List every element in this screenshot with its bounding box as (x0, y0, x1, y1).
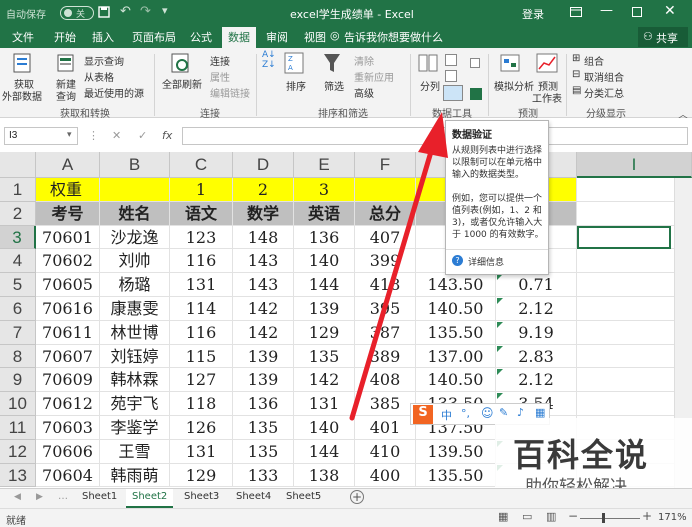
sogou-logo-icon[interactable]: S (413, 405, 433, 424)
zoom-level[interactable]: 171% (658, 512, 687, 523)
zoom-out-icon[interactable]: − (568, 509, 578, 523)
watermark-title: 百科全说 (513, 436, 650, 474)
add-sheet-icon[interactable]: + (350, 490, 364, 504)
punctuation-icon[interactable]: °, (461, 407, 470, 420)
page-layout-icon[interactable]: ▭ (522, 510, 532, 523)
zoom-in-icon[interactable]: + (642, 509, 652, 523)
zoom-slider-thumb[interactable] (602, 513, 605, 523)
scroll-left-icon[interactable]: ◀ (14, 492, 21, 502)
sheet-tab-4[interactable]: Sheet4 (236, 491, 271, 502)
zoom-slider[interactable] (580, 518, 640, 519)
ime-chinese-icon[interactable]: 中 (441, 407, 452, 423)
normal-view-icon[interactable]: ▦ (498, 510, 508, 523)
scroll-right-icon[interactable]: ▶ (36, 492, 43, 502)
sheet-tab-5[interactable]: Sheet5 (286, 491, 321, 502)
sheet-tab-1[interactable]: Sheet1 (82, 491, 117, 502)
status-bar: 就绪 ▦ ▭ ▥ − + 171% (0, 508, 692, 527)
more-sheets-icon[interactable]: … (58, 491, 68, 502)
page-break-icon[interactable]: ▥ (546, 510, 556, 523)
sheet-tab-2[interactable]: Sheet2 (126, 489, 174, 508)
status-text: 就绪 (6, 516, 26, 527)
sheet-tab-bar: ◀ ▶ … Sheet1 Sheet2 Sheet3 Sheet4 Sheet5… (0, 488, 692, 508)
emoji-icon[interactable]: ☺ (481, 406, 494, 420)
sheet-tab-3[interactable]: Sheet3 (184, 491, 219, 502)
